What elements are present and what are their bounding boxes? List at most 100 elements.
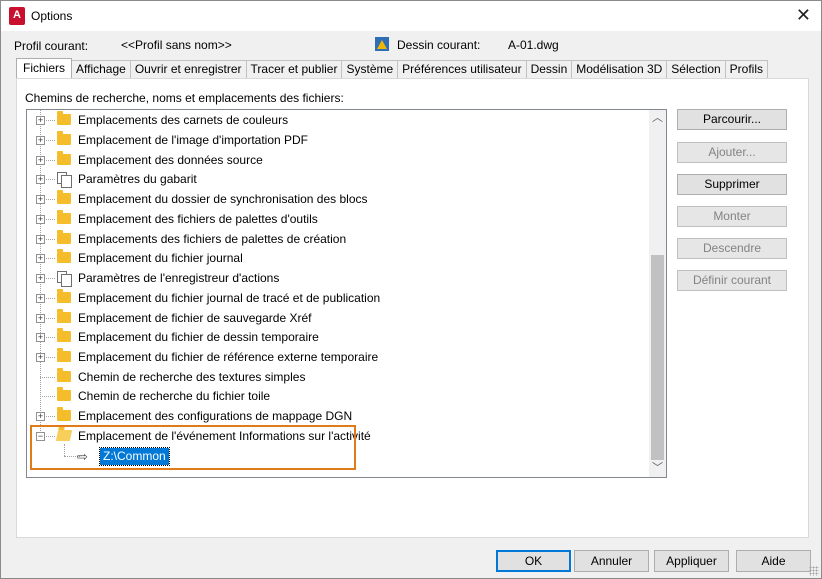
tree-connector xyxy=(46,258,55,259)
folder-icon xyxy=(57,348,71,362)
cancel-button[interactable]: Annuler xyxy=(574,550,649,572)
tree-item-label: Paramètres de l'enregistreur d'actions xyxy=(78,271,280,285)
tree-item[interactable]: + Emplacements des fichiers de palettes … xyxy=(27,230,647,249)
expand-icon[interactable]: + xyxy=(36,294,45,303)
tree-item[interactable]: + Paramètres de l'enregistreur d'actions xyxy=(27,269,647,288)
profile-value: <<Profil sans nom>> xyxy=(121,38,232,52)
tree-item[interactable]: + Emplacement du fichier journal xyxy=(27,249,647,268)
expand-icon[interactable]: + xyxy=(36,254,45,263)
tree-item[interactable]: + Emplacement du fichier journal de trac… xyxy=(27,289,647,308)
folder-icon xyxy=(57,407,71,421)
tree-item[interactable]: + Emplacement du dossier de synchronisat… xyxy=(27,190,647,209)
options-dialog: A Options ✕ Profil courant: <<Profil san… xyxy=(0,0,822,579)
folder-icon xyxy=(57,368,71,382)
add-button[interactable]: Ajouter... xyxy=(677,142,787,163)
expand-icon[interactable]: + xyxy=(36,412,45,421)
drawing-value: A-01.dwg xyxy=(508,38,559,52)
scrollbar-thumb[interactable] xyxy=(651,255,664,460)
tab-systeme[interactable]: Système xyxy=(341,60,399,78)
ok-button[interactable]: OK xyxy=(496,550,571,572)
tree-item-label: Chemin de recherche du fichier toile xyxy=(78,389,271,403)
drawing-icon xyxy=(375,37,389,51)
tab-ouvrir-enregistrer[interactable]: Ouvrir et enregistrer xyxy=(129,60,247,78)
window-title: Options xyxy=(31,9,73,23)
folder-icon xyxy=(57,328,71,342)
title-bar: A Options ✕ xyxy=(1,1,821,31)
resize-grip-icon[interactable] xyxy=(809,566,819,576)
tab-preferences-utilisateur[interactable]: Préférences utilisateur xyxy=(397,60,527,78)
expand-icon[interactable]: + xyxy=(36,215,45,224)
tree-connector xyxy=(46,416,55,417)
tab-selection[interactable]: Sélection xyxy=(666,60,726,78)
expand-icon[interactable]: + xyxy=(36,156,45,165)
tab-fichiers[interactable]: Fichiers xyxy=(16,58,73,78)
close-icon[interactable]: ✕ xyxy=(796,5,811,26)
highlight-annotation xyxy=(30,425,356,470)
tab-profils[interactable]: Profils xyxy=(724,60,769,78)
remove-button[interactable]: Supprimer xyxy=(677,174,787,195)
help-button[interactable]: Aide xyxy=(736,550,811,572)
tree-item-label: Emplacement du fichier de référence exte… xyxy=(78,350,379,364)
tree-item[interactable]: + Emplacement des configurations de mapp… xyxy=(27,407,647,426)
expand-icon[interactable]: + xyxy=(36,136,45,145)
folder-icon xyxy=(57,230,71,244)
tree-item[interactable]: + Emplacement des données source xyxy=(27,151,647,170)
tree-item[interactable]: + Emplacement du fichier de dessin tempo… xyxy=(27,328,647,347)
scroll-down-icon[interactable]: ﹀ xyxy=(649,460,666,477)
browse-button[interactable]: Parcourir... xyxy=(677,109,787,130)
profile-label: Profil courant: xyxy=(14,39,89,53)
scroll-up-icon[interactable]: ︿ xyxy=(649,110,666,127)
file-paths-tree[interactable]: + Emplacements des carnets de couleurs +… xyxy=(26,109,667,478)
tree-item-label: Paramètres du gabarit xyxy=(78,172,197,186)
tree-connector xyxy=(46,357,55,358)
move-up-button[interactable]: Monter xyxy=(677,206,787,227)
expand-icon[interactable]: + xyxy=(36,353,45,362)
tree-item-label: Emplacement du fichier de dessin tempora… xyxy=(78,330,319,344)
tab-modelisation-3d[interactable]: Modélisation 3D xyxy=(571,60,668,78)
folder-icon xyxy=(57,190,71,204)
expand-icon[interactable]: + xyxy=(36,116,45,125)
autocad-app-icon: A xyxy=(9,7,25,25)
vertical-scrollbar[interactable]: ︿ ﹀ xyxy=(649,110,666,477)
expand-icon[interactable]: + xyxy=(36,314,45,323)
tab-affichage[interactable]: Affichage xyxy=(71,60,131,78)
tree-connector xyxy=(40,377,55,378)
expand-icon[interactable]: + xyxy=(36,333,45,342)
documents-icon xyxy=(57,271,72,287)
set-current-button[interactable]: Définir courant xyxy=(677,270,787,291)
tree-item-label: Chemin de recherche des textures simples xyxy=(78,370,306,384)
drawing-label: Dessin courant: xyxy=(397,38,481,52)
apply-button[interactable]: Appliquer xyxy=(654,550,729,572)
tree-connector xyxy=(46,278,55,279)
tree-item[interactable]: Chemin de recherche du fichier toile xyxy=(27,387,647,406)
tree-connector xyxy=(46,219,55,220)
tab-dessin[interactable]: Dessin xyxy=(525,60,573,78)
tree-connector xyxy=(46,160,55,161)
tree-item[interactable]: Chemin de recherche des textures simples xyxy=(27,368,647,387)
tree-connector xyxy=(46,239,55,240)
tab-strip: Fichiers Affichage Ouvrir et enregistrer… xyxy=(16,58,769,78)
tree-item[interactable]: + Emplacement du fichier de référence ex… xyxy=(27,348,647,367)
tree-item[interactable]: + Emplacement de l'image d'importation P… xyxy=(27,131,647,150)
expand-icon[interactable]: + xyxy=(36,175,45,184)
tree-item-label: Emplacements des fichiers de palettes de… xyxy=(78,232,347,246)
tree-item[interactable]: + Emplacement des fichiers de palettes d… xyxy=(27,210,647,229)
tree-connector xyxy=(46,337,55,338)
expand-icon[interactable]: + xyxy=(36,274,45,283)
expand-icon[interactable]: + xyxy=(36,235,45,244)
tree-item-label: Emplacement du dossier de synchronisatio… xyxy=(78,192,368,206)
tab-tracer-publier[interactable]: Tracer et publier xyxy=(245,60,343,78)
expand-icon[interactable]: + xyxy=(36,195,45,204)
tree-item-label: Emplacement de l'image d'importation PDF xyxy=(78,133,309,147)
documents-icon xyxy=(57,172,72,188)
tree-item[interactable]: + Emplacements des carnets de couleurs xyxy=(27,111,647,130)
move-down-button[interactable]: Descendre xyxy=(677,238,787,259)
tree-connector xyxy=(46,120,55,121)
folder-icon xyxy=(57,309,71,323)
tree-item[interactable]: + Emplacement de fichier de sauvegarde X… xyxy=(27,309,647,328)
folder-icon xyxy=(57,131,71,145)
tree-connector xyxy=(46,199,55,200)
search-paths-label: Chemins de recherche, noms et emplacemen… xyxy=(25,91,344,105)
tree-item[interactable]: + Paramètres du gabarit xyxy=(27,170,647,189)
folder-icon xyxy=(57,151,71,165)
